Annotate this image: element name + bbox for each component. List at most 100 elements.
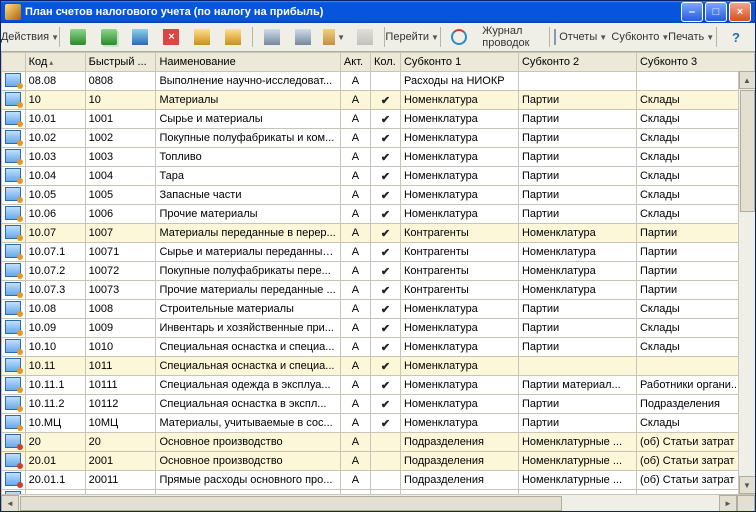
- add-copy-button[interactable]: [94, 25, 124, 49]
- cell-s3[interactable]: Склады: [636, 148, 754, 167]
- cell-s3[interactable]: Работники органи...: [636, 376, 754, 395]
- table-row[interactable]: 10.МЦ10МЦМатериалы, учитываемые в сос...…: [2, 414, 755, 433]
- cell-kol[interactable]: ✔: [370, 281, 400, 300]
- scroll-right-button[interactable]: ►: [719, 495, 737, 512]
- cell-naim[interactable]: Материалы: [156, 91, 340, 110]
- table-row[interactable]: 10.071007Материалы переданные в перер...…: [2, 224, 755, 243]
- cell-s1[interactable]: Номенклатура: [400, 186, 518, 205]
- cell-kod[interactable]: 20.01: [25, 452, 85, 471]
- cell-kol[interactable]: ✔: [370, 110, 400, 129]
- cell-s2[interactable]: Партии: [518, 300, 636, 319]
- cell-naim[interactable]: Инвентарь и хозяйственные при...: [156, 319, 340, 338]
- delete-button[interactable]: ×: [156, 25, 186, 49]
- cell-akt[interactable]: А: [340, 243, 370, 262]
- table-row[interactable]: 08.080808Выполнение научно-исследоват...…: [2, 72, 755, 91]
- cell-s2[interactable]: Партии: [518, 319, 636, 338]
- cell-s3[interactable]: Склады: [636, 91, 754, 110]
- table-row[interactable]: 10.061006Прочие материалыА✔НоменклатураП…: [2, 205, 755, 224]
- cell-naim[interactable]: Материалы, учитываемые в сос...: [156, 414, 340, 433]
- cell-kol[interactable]: ✔: [370, 376, 400, 395]
- cell-s1[interactable]: Контрагенты: [400, 262, 518, 281]
- cell-s3[interactable]: Партии: [636, 243, 754, 262]
- cell-naim[interactable]: Сырье и материалы: [156, 110, 340, 129]
- refresh-button[interactable]: [444, 25, 474, 49]
- cell-naim[interactable]: Прямые расходы основного про...: [156, 471, 340, 490]
- cell-naim[interactable]: Выполнение научно-исследоват...: [156, 72, 340, 91]
- cell-naim[interactable]: Специальная оснастка в экспл...: [156, 395, 340, 414]
- cell-s1[interactable]: Контрагенты: [400, 224, 518, 243]
- table-row[interactable]: 10.07.310073Прочие материалы переданные …: [2, 281, 755, 300]
- cell-s3[interactable]: Склады: [636, 186, 754, 205]
- cell-s1[interactable]: Контрагенты: [400, 281, 518, 300]
- cell-s1[interactable]: Номенклатура: [400, 376, 518, 395]
- cell-s2[interactable]: Партии материал...: [518, 376, 636, 395]
- scroll-left-button[interactable]: ◄: [1, 495, 19, 512]
- edit-button[interactable]: [125, 25, 155, 49]
- cell-naim[interactable]: Топливо: [156, 148, 340, 167]
- subkonto-menu[interactable]: Субконто▼: [609, 25, 669, 49]
- cell-s1[interactable]: Номенклатура: [400, 205, 518, 224]
- cell-naim[interactable]: Запасные части: [156, 186, 340, 205]
- scroll-thumb[interactable]: [20, 496, 562, 511]
- cell-s2[interactable]: Партии: [518, 205, 636, 224]
- close-button[interactable]: ×: [729, 2, 751, 22]
- cell-akt[interactable]: А: [340, 129, 370, 148]
- cell-s3[interactable]: Партии: [636, 281, 754, 300]
- cell-bystry[interactable]: 1004: [85, 167, 156, 186]
- cell-naim[interactable]: Основное производство: [156, 452, 340, 471]
- filter-button[interactable]: [257, 25, 287, 49]
- cell-kol[interactable]: ✔: [370, 224, 400, 243]
- cell-naim[interactable]: Покупные полуфабрикаты и ком...: [156, 129, 340, 148]
- table-row[interactable]: 10.041004ТараА✔НоменклатураПартииСклады: [2, 167, 755, 186]
- cell-kod[interactable]: 10.07.1: [25, 243, 85, 262]
- cell-s1[interactable]: Номенклатура: [400, 148, 518, 167]
- col-bystry[interactable]: Быстрый ...: [85, 53, 156, 72]
- scroll-thumb[interactable]: [740, 90, 755, 212]
- horizontal-scrollbar[interactable]: ◄ ►: [1, 494, 755, 511]
- maximize-button[interactable]: □: [705, 2, 727, 22]
- cell-kol[interactable]: ✔: [370, 319, 400, 338]
- col-icon[interactable]: [2, 53, 26, 72]
- cell-s2[interactable]: [518, 357, 636, 376]
- minimize-button[interactable]: –: [681, 2, 703, 22]
- cell-s1[interactable]: Номенклатура: [400, 414, 518, 433]
- cell-s1[interactable]: Номенклатура: [400, 167, 518, 186]
- move-button[interactable]: [218, 25, 248, 49]
- cell-kol[interactable]: [370, 452, 400, 471]
- cell-kod[interactable]: 20.01.1: [25, 471, 85, 490]
- cell-akt[interactable]: А: [340, 338, 370, 357]
- cell-naim[interactable]: Специальная оснастка и специа...: [156, 338, 340, 357]
- titlebar[interactable]: План счетов налогового учета (по налогу …: [1, 1, 755, 23]
- cell-naim[interactable]: Основное производство: [156, 433, 340, 452]
- cell-s1[interactable]: Номенклатура: [400, 338, 518, 357]
- cell-naim[interactable]: Строительные материалы: [156, 300, 340, 319]
- cell-kod[interactable]: 10.08: [25, 300, 85, 319]
- cell-s2[interactable]: Партии: [518, 148, 636, 167]
- cell-s2[interactable]: Номенклатура: [518, 281, 636, 300]
- add-button[interactable]: [63, 25, 93, 49]
- cell-akt[interactable]: А: [340, 224, 370, 243]
- cell-s2[interactable]: Номенклатура: [518, 224, 636, 243]
- col-s2[interactable]: Субконто 2: [518, 53, 636, 72]
- cell-bystry[interactable]: 1005: [85, 186, 156, 205]
- cell-kol[interactable]: ✔: [370, 186, 400, 205]
- table-row[interactable]: 10.11.110111Специальная одежда в эксплуа…: [2, 376, 755, 395]
- cell-s3[interactable]: Склады: [636, 319, 754, 338]
- cell-kod[interactable]: 10.04: [25, 167, 85, 186]
- table-row[interactable]: 20.01.120011Прямые расходы основного про…: [2, 471, 755, 490]
- cell-bystry[interactable]: 1008: [85, 300, 156, 319]
- cell-kol[interactable]: [370, 471, 400, 490]
- cell-akt[interactable]: А: [340, 167, 370, 186]
- cell-s3[interactable]: Склады: [636, 300, 754, 319]
- cell-akt[interactable]: А: [340, 91, 370, 110]
- cell-akt[interactable]: А: [340, 148, 370, 167]
- table-row[interactable]: 10.011001Сырье и материалыА✔Номенклатура…: [2, 110, 755, 129]
- cell-s2[interactable]: Номенклатурные ...: [518, 452, 636, 471]
- table-row[interactable]: 10.031003ТопливоА✔НоменклатураПартииСкла…: [2, 148, 755, 167]
- cell-kod[interactable]: 10.05: [25, 186, 85, 205]
- col-kol[interactable]: Кол.: [370, 53, 400, 72]
- sort-button[interactable]: [350, 25, 380, 49]
- cell-kod[interactable]: 10.МЦ: [25, 414, 85, 433]
- cell-s3[interactable]: Склады: [636, 129, 754, 148]
- cell-akt[interactable]: А: [340, 262, 370, 281]
